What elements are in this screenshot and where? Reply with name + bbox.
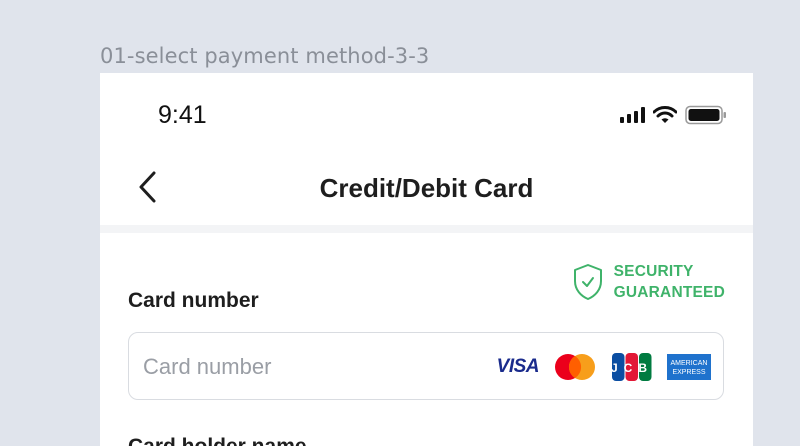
- security-text: SECURITY GUARANTEED: [614, 261, 725, 303]
- visa-logo-icon: VISA: [496, 356, 540, 377]
- card-number-label: Card number: [128, 289, 259, 312]
- page-title: Credit/Debit Card: [319, 173, 534, 203]
- amex-line1: AMERICAN: [671, 360, 708, 367]
- card-holder-label: Card holder name: [128, 435, 307, 446]
- status-bar: 9:41: [100, 73, 753, 153]
- card-brands: VISA JCB AMERICAN EXPRESS: [497, 352, 711, 382]
- security-line1: SECURITY: [613, 263, 694, 280]
- card-number-input[interactable]: [141, 333, 475, 400]
- amex-logo-icon: AMERICAN EXPRESS: [667, 354, 711, 380]
- amex-line2: EXPRESS: [672, 369, 705, 376]
- security-line2: GUARANTEED: [613, 284, 725, 301]
- status-icons: [620, 105, 727, 125]
- phone-screen: 9:41 Credit/Debit Card SECURITY GUARANTE…: [100, 73, 753, 446]
- section-divider: [100, 225, 753, 233]
- wifi-icon: [653, 106, 677, 123]
- jcb-logo-icon: JCB: [611, 353, 653, 381]
- battery-icon: [685, 105, 726, 125]
- signal-icon: [620, 107, 645, 123]
- frame-label: 01-select payment method-3-3: [100, 44, 430, 68]
- jcb-text: JCB: [611, 361, 653, 375]
- navbar: Credit/Debit Card: [100, 153, 753, 225]
- shield-check-icon: [573, 264, 602, 300]
- status-time: 9:41: [158, 101, 207, 129]
- security-badge: SECURITY GUARANTEED: [572, 261, 725, 303]
- mastercard-logo-icon: [555, 354, 595, 380]
- card-number-field[interactable]: VISA JCB AMERICAN EXPRESS: [128, 332, 724, 400]
